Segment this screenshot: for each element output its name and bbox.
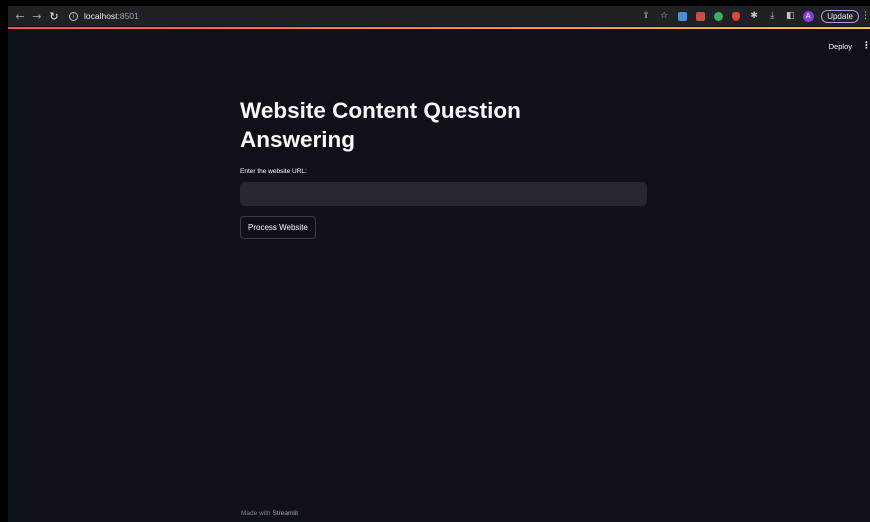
page-title: Website Content Question Answering bbox=[240, 96, 648, 154]
update-button[interactable]: Update bbox=[821, 9, 859, 23]
footer: Made with Streamlit bbox=[241, 510, 298, 517]
url-port: :8501 bbox=[117, 11, 139, 21]
address-bar[interactable]: i localhost:8501 bbox=[69, 8, 139, 24]
url-input-label: Enter the website URL: bbox=[240, 168, 307, 175]
site-info-icon[interactable]: i bbox=[69, 11, 78, 21]
extensions-puzzle-icon[interactable]: ✱ bbox=[745, 8, 763, 24]
browser-menu-icon[interactable]: ⋮ bbox=[861, 11, 870, 21]
streamlit-link[interactable]: Streamlit bbox=[272, 510, 298, 517]
extension-translate-icon[interactable] bbox=[673, 8, 691, 24]
side-panel-icon[interactable]: ◧ bbox=[781, 8, 799, 24]
deploy-button[interactable]: Deploy bbox=[829, 42, 852, 51]
extension-green-icon[interactable] bbox=[709, 8, 727, 24]
toolbar-actions: ⇪ ☆ ✱ ⤓ ◧ A Update ⋮ bbox=[637, 8, 870, 24]
download-icon[interactable]: ⤓ bbox=[763, 8, 781, 24]
bookmark-star-icon[interactable]: ☆ bbox=[655, 8, 673, 24]
page-title-line-1: Website Content Question bbox=[240, 98, 521, 123]
extension-shield-icon[interactable] bbox=[727, 8, 745, 24]
back-arrow-icon[interactable]: ← bbox=[12, 8, 28, 24]
browser-window: ← → ↻ i localhost:8501 ⇪ ☆ ✱ ⤓ ◧ A Updat… bbox=[8, 6, 870, 522]
main-content: Website Content Question Answering Enter… bbox=[240, 96, 648, 239]
page-title-line-2: Answering bbox=[240, 127, 356, 152]
reload-icon[interactable]: ↻ bbox=[46, 8, 62, 24]
share-icon[interactable]: ⇪ bbox=[637, 8, 655, 24]
extension-red-icon[interactable] bbox=[691, 8, 709, 24]
app-header: Deploy ⋮ bbox=[8, 29, 870, 63]
profile-avatar[interactable]: A bbox=[799, 8, 817, 24]
forward-arrow-icon[interactable]: → bbox=[29, 8, 45, 24]
footer-prefix: Made with bbox=[241, 510, 273, 517]
nav-buttons: ← → ↻ bbox=[12, 8, 63, 24]
url-host: localhost bbox=[84, 11, 118, 21]
website-url-input[interactable] bbox=[240, 182, 647, 206]
browser-toolbar: ← → ↻ i localhost:8501 ⇪ ☆ ✱ ⤓ ◧ A Updat… bbox=[8, 6, 870, 26]
process-website-button[interactable]: Process Website bbox=[240, 216, 316, 239]
app-menu-icon[interactable]: ⋮ bbox=[862, 41, 870, 51]
